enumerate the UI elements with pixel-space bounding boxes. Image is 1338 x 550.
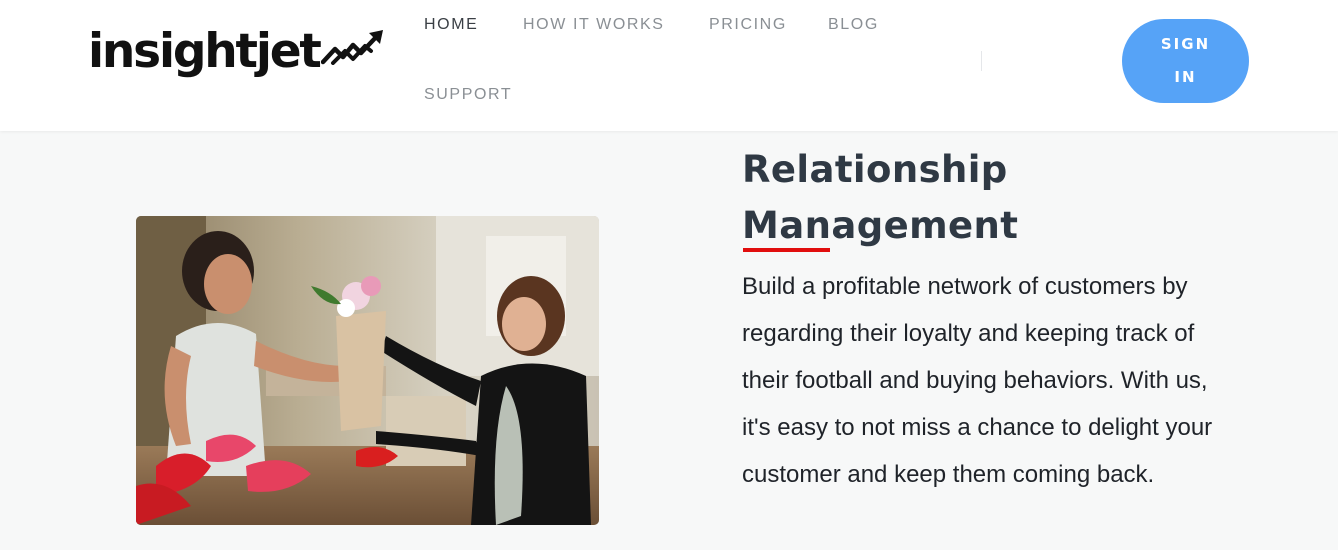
florist-handing-bouquet-photo [136,216,599,525]
nav-pricing[interactable]: PRICING [709,16,787,34]
nav-support[interactable]: SUPPORT [424,86,512,104]
nav-blog[interactable]: BLOG [828,16,879,34]
brand-name: insightjet [88,24,322,79]
sign-in-label: SIGN IN [1160,35,1211,86]
site-header: insightjet HOME HOW IT WORKS PRICING BLO… [0,0,1338,131]
title-accent-underline [743,248,830,252]
feature-title-line1: Relationship [742,148,1008,191]
photo-illustration [136,216,599,525]
feature-description: Build a profitable network of customers … [742,273,1213,488]
feature-title-line2: Management [742,204,1019,247]
nav-how-it-works[interactable]: HOW IT WORKS [523,16,665,34]
nav-divider [981,51,982,71]
nav-home[interactable]: HOME [424,16,478,34]
brand-logo[interactable]: insightjet [88,28,385,75]
feature-title: Relationship Management [742,142,1142,254]
trend-arrow-icon [320,30,383,65]
main-nav: HOME HOW IT WORKS PRICING BLOG SUPPORT [424,0,944,131]
sign-in-button[interactable]: SIGN IN [1122,19,1249,103]
